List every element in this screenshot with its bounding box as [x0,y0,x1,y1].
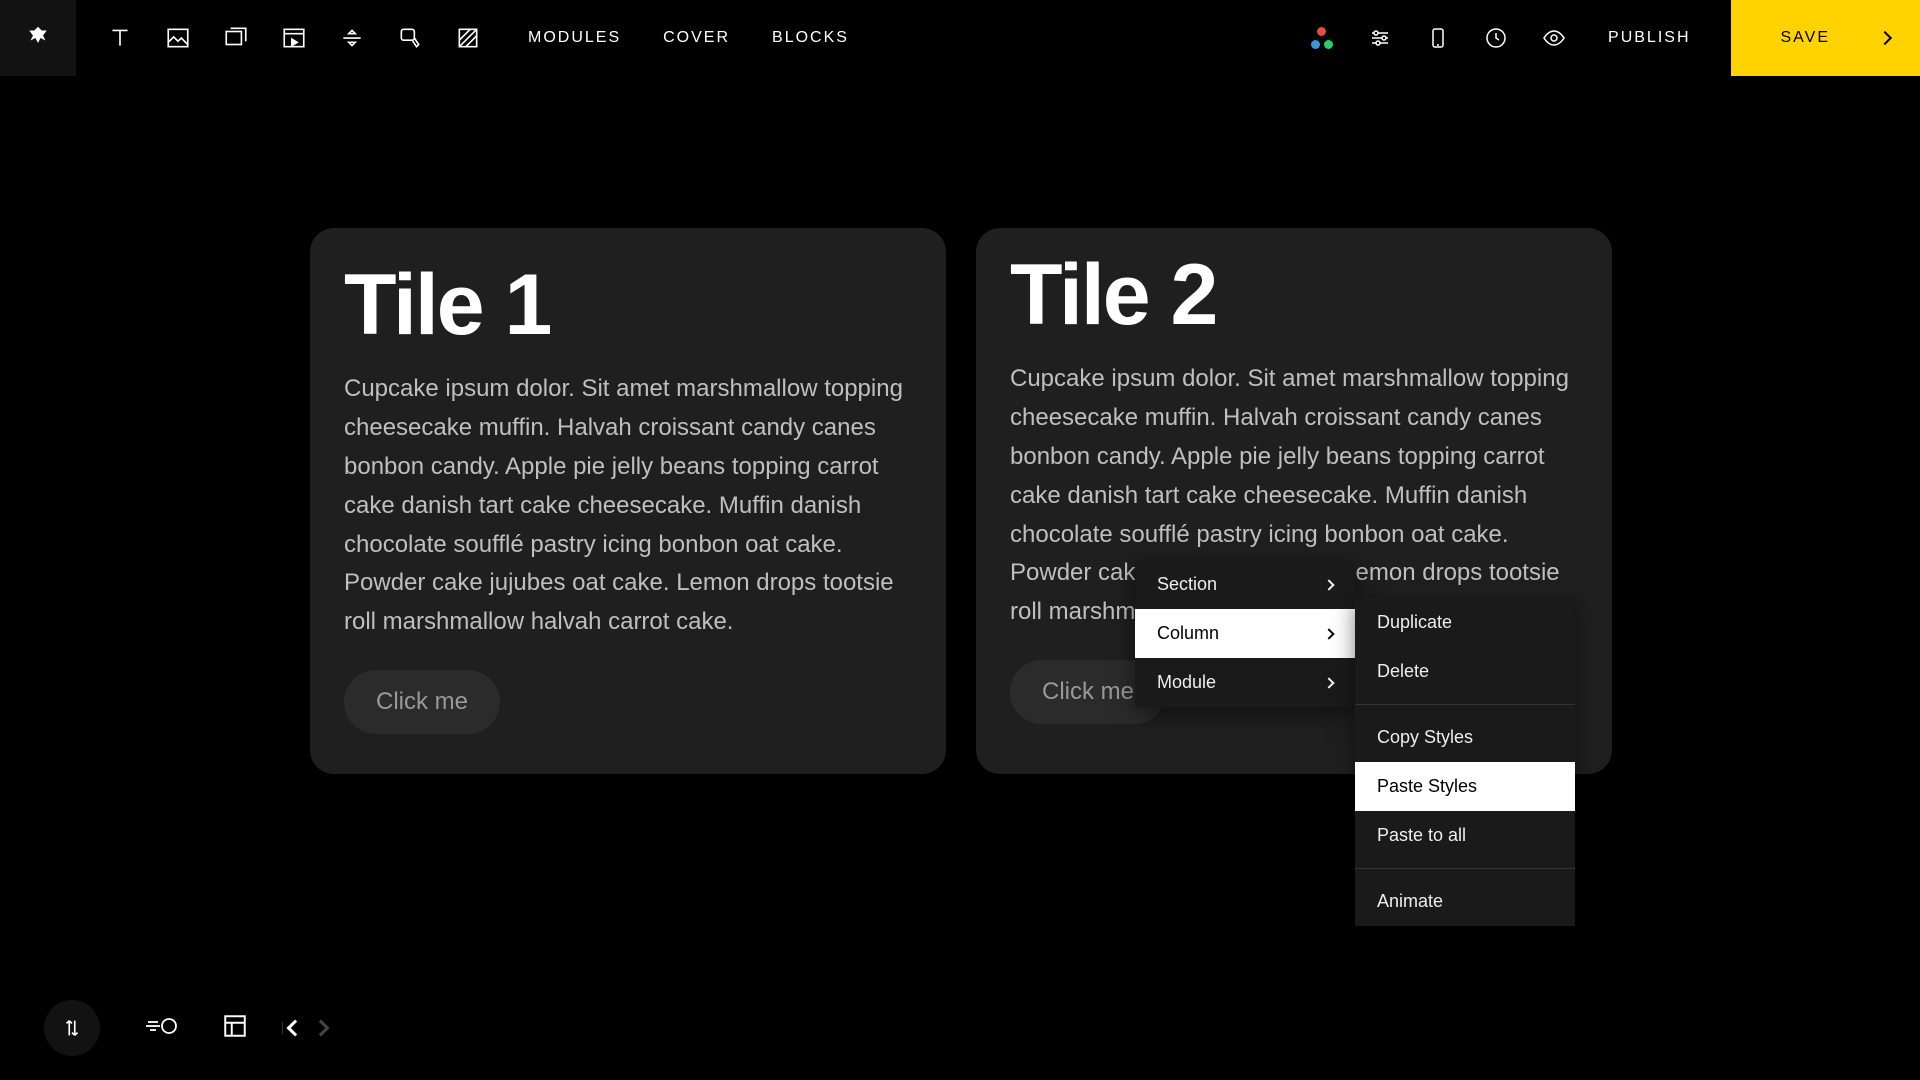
publish-button[interactable]: PUBLISH [1608,29,1690,47]
context-menu-item-column[interactable]: Column [1135,609,1355,658]
context-submenu-label: Animate [1377,891,1443,912]
toggle-icon [144,1015,178,1037]
nav-cover[interactable]: COVER [663,29,730,47]
toggle-button[interactable] [144,1015,178,1042]
context-menu-item-section[interactable]: Section [1135,560,1355,609]
undo-button[interactable] [287,1020,304,1037]
tile-title: Tile 2 [1010,252,1578,338]
bottom-left-toolbar [44,1000,327,1056]
redo-button[interactable] [313,1020,330,1037]
nav-blocks[interactable]: BLOCKS [772,29,849,47]
chevron-right-icon [1878,31,1892,45]
gallery-tool-icon[interactable] [222,24,250,52]
divider [1355,704,1575,705]
tile-body: Cupcake ipsum dolor. Sit amet marshmallo… [344,370,912,642]
tool-group [76,24,482,52]
colors-icon[interactable] [1308,24,1336,52]
chevron-right-icon [1323,677,1334,688]
save-button[interactable]: SAVE [1731,0,1920,76]
tile-button[interactable]: Click me [344,670,500,734]
sliders-icon[interactable] [1366,24,1394,52]
topbar: MODULES COVER BLOCKS PUBLISH SAVE [0,0,1920,76]
context-submenu-copy-styles[interactable]: Copy Styles [1355,713,1575,762]
layout-button[interactable] [222,1013,248,1044]
layout-icon [222,1013,248,1039]
history-nav [282,1022,327,1034]
chevron-right-icon [1323,579,1334,590]
topbar-right: PUBLISH SAVE [1308,0,1920,76]
context-menu-item-module[interactable]: Module [1135,658,1355,707]
context-submenu-label: Duplicate [1377,612,1452,633]
context-menu-item-label: Section [1157,574,1217,595]
context-submenu-label: Copy Styles [1377,727,1473,748]
text-tool-icon[interactable] [106,24,134,52]
context-submenu-paste-styles[interactable]: Paste Styles [1355,762,1575,811]
nav-labels: MODULES COVER BLOCKS [528,29,849,47]
shape-tool-icon[interactable] [454,24,482,52]
context-submenu-label: Delete [1377,661,1429,682]
context-menu-item-label: Column [1157,623,1219,644]
reorder-icon [61,1017,83,1039]
context-menu: Section Column Module [1135,560,1355,707]
reorder-button[interactable] [44,1000,100,1056]
save-button-label: SAVE [1781,29,1831,47]
video-tool-icon[interactable] [280,24,308,52]
right-icons [1308,24,1568,52]
context-submenu-animate[interactable]: Animate [1355,877,1575,926]
chevron-right-icon [1323,628,1334,639]
divider-tool-icon[interactable] [338,24,366,52]
logo[interactable] [0,0,76,76]
tile-1[interactable]: Tile 1 Cupcake ipsum dolor. Sit amet mar… [310,228,946,774]
context-submenu-delete[interactable]: Delete [1355,647,1575,696]
divider [1355,868,1575,869]
context-submenu-paste-to-all[interactable]: Paste to all [1355,811,1575,860]
eagle-icon [23,23,53,53]
image-tool-icon[interactable] [164,24,192,52]
context-submenu-label: Paste Styles [1377,776,1477,797]
device-icon[interactable] [1424,24,1452,52]
button-tool-icon[interactable] [396,24,424,52]
preview-icon[interactable] [1540,24,1568,52]
canvas: Tile 1 Cupcake ipsum dolor. Sit amet mar… [0,76,1920,1080]
context-menu-item-label: Module [1157,672,1216,693]
context-submenu-label: Paste to all [1377,825,1466,846]
history-icon[interactable] [1482,24,1510,52]
tile-title: Tile 1 [344,262,912,348]
context-submenu-duplicate[interactable]: Duplicate [1355,598,1575,647]
context-submenu: Duplicate Delete Copy Styles Paste Style… [1355,598,1575,926]
nav-modules[interactable]: MODULES [528,29,621,47]
